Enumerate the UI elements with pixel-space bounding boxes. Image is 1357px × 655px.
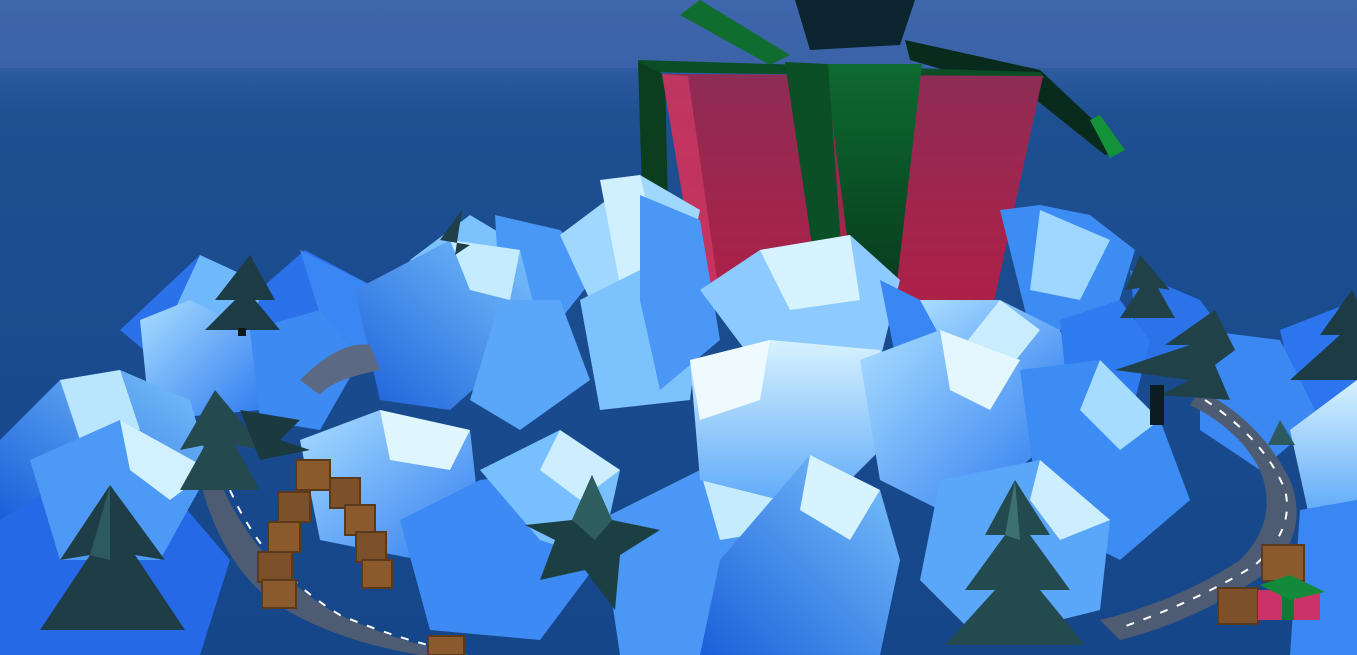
sky xyxy=(0,0,1357,72)
game-viewport[interactable] xyxy=(0,0,1357,655)
scene-canvas xyxy=(0,0,1357,655)
